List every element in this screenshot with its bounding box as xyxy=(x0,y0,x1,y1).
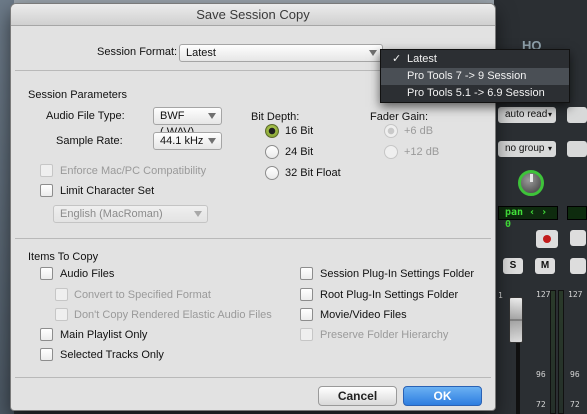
audio-file-type-label: Audio File Type: xyxy=(46,110,125,122)
root-plugin-folder-label: Root Plug-In Settings Folder xyxy=(320,289,459,301)
menu-item-label: Pro Tools 7 -> 9 Session xyxy=(407,70,527,82)
pan-value: 0 xyxy=(505,219,512,230)
pan-arrow-left-icon: ‹ xyxy=(529,207,542,218)
meter-scale-top: 127 xyxy=(536,290,551,299)
solo-button[interactable]: S xyxy=(503,258,523,274)
pan-knob[interactable] xyxy=(518,170,544,196)
divider xyxy=(15,238,491,239)
fader-gain-6db-label: +6 dB xyxy=(404,125,434,137)
chevron-down-icon: ▾ xyxy=(547,110,552,119)
limit-charset-checkbox[interactable] xyxy=(40,184,53,197)
sample-rate-label: Sample Rate: xyxy=(56,135,123,147)
meter-scale-96: 96 xyxy=(536,370,546,379)
audio-files-label: Audio Files xyxy=(60,268,115,280)
convert-format-label: Convert to Specified Format xyxy=(74,289,211,301)
menu-item-label: Pro Tools 5.1 -> 6.9 Session xyxy=(407,87,545,99)
rec-button-right[interactable] xyxy=(570,230,586,246)
ok-button[interactable]: OK xyxy=(403,386,482,406)
charset-value: English (MacRoman) xyxy=(60,208,163,220)
audio-file-type-popup[interactable]: BWF (.WAV) xyxy=(153,107,222,138)
fader-gain-6db-radio[interactable] xyxy=(384,124,398,138)
bit-depth-32f-radio[interactable] xyxy=(265,166,279,180)
dont-copy-elastic-label: Don't Copy Rendered Elastic Audio Files xyxy=(74,309,272,321)
mute-button[interactable]: M xyxy=(535,258,555,274)
level-meter-2 xyxy=(558,290,564,414)
meter-scale-right-72: 72 xyxy=(570,400,580,409)
bit-depth-24-radio[interactable] xyxy=(265,145,279,159)
charset-popup[interactable]: English (MacRoman) xyxy=(53,205,208,223)
bit-depth-24-label: 24 Bit xyxy=(285,146,314,158)
menu-item-label: Latest xyxy=(407,53,437,65)
audio-files-checkbox[interactable] xyxy=(40,267,53,280)
enforce-compat-label: Enforce Mac/PC Compatibility xyxy=(60,165,207,177)
meter-scale-right-top: 127 xyxy=(568,290,583,299)
main-playlist-only-label: Main Playlist Only xyxy=(60,329,148,341)
items-to-copy-heading: Items To Copy xyxy=(28,251,99,263)
mute-button-right[interactable] xyxy=(570,258,586,274)
menu-item-pt7-9[interactable]: Pro Tools 7 -> 9 Session xyxy=(381,68,569,85)
selected-tracks-only-label: Selected Tracks Only xyxy=(60,349,164,361)
chevron-down-icon xyxy=(369,50,377,56)
automation-selector-right[interactable] xyxy=(567,107,587,123)
group-label: no group xyxy=(505,143,545,154)
session-plugin-folder-checkbox[interactable] xyxy=(300,267,313,280)
chevron-down-icon xyxy=(194,211,202,217)
chevron-down-icon xyxy=(208,113,216,119)
checkmark-icon: ✓ xyxy=(392,53,402,65)
convert-format-checkbox[interactable] xyxy=(55,288,68,301)
pan-label: pan xyxy=(505,207,524,218)
chevron-down-icon: ▾ xyxy=(547,144,552,153)
movie-video-files-label: Movie/Video Files xyxy=(320,309,407,321)
session-parameters-heading: Session Parameters xyxy=(28,89,128,101)
session-format-label: Session Format: xyxy=(97,46,178,58)
group-selector[interactable]: no group ▾ xyxy=(498,141,556,157)
fader-gain-12db-label: +12 dB xyxy=(404,146,440,158)
session-format-popup[interactable]: Latest xyxy=(179,44,383,62)
automation-mode-selector[interactable]: auto read ▾ xyxy=(498,107,556,123)
volume-fader[interactable] xyxy=(509,297,523,343)
meter-scale-label-left: 1 xyxy=(498,291,503,300)
session-plugin-folder-label: Session Plug-In Settings Folder xyxy=(320,268,475,280)
fader-gain-label: Fader Gain: xyxy=(370,111,429,123)
group-selector-right[interactable] xyxy=(567,141,587,157)
meter-scale-72: 72 xyxy=(536,400,546,409)
cancel-button[interactable]: Cancel xyxy=(318,386,397,406)
bit-depth-16-label: 16 Bit xyxy=(285,125,314,137)
pan-readout: pan ‹ › 0 xyxy=(498,206,558,230)
meter-scale-right-96: 96 xyxy=(570,370,580,379)
bit-depth-32f-label: 32 Bit Float xyxy=(285,167,341,179)
enforce-compat-checkbox[interactable] xyxy=(40,164,53,177)
pan-readout-right xyxy=(567,206,587,220)
dont-copy-elastic-checkbox[interactable] xyxy=(55,308,68,321)
session-format-menu: ✓ Latest Pro Tools 7 -> 9 Session Pro To… xyxy=(380,49,570,103)
menu-item-latest[interactable]: ✓ Latest xyxy=(381,51,569,68)
pan-arrow-right-icon: › xyxy=(541,207,548,218)
automation-mode-label: auto read xyxy=(505,109,548,120)
root-plugin-folder-checkbox[interactable] xyxy=(300,288,313,301)
bit-depth-label: Bit Depth: xyxy=(251,111,300,123)
movie-video-files-checkbox[interactable] xyxy=(300,308,313,321)
record-arm-button[interactable] xyxy=(536,230,558,248)
limit-charset-label: Limit Character Set xyxy=(60,185,155,197)
sample-rate-value: 44.1 kHz xyxy=(160,135,204,147)
session-format-value: Latest xyxy=(186,47,216,59)
menu-item-pt5-6[interactable]: Pro Tools 5.1 -> 6.9 Session xyxy=(381,85,569,102)
sample-rate-popup[interactable]: 44.1 kHz xyxy=(153,132,222,150)
preserve-hierarchy-label: Preserve Folder Hierarchy xyxy=(320,329,449,341)
divider xyxy=(15,377,491,378)
preserve-hierarchy-checkbox[interactable] xyxy=(300,328,313,341)
chevron-down-icon xyxy=(208,138,216,144)
dialog-title: Save Session Copy xyxy=(11,4,495,26)
main-playlist-only-checkbox[interactable] xyxy=(40,328,53,341)
selected-tracks-only-checkbox[interactable] xyxy=(40,348,53,361)
fader-gain-12db-radio[interactable] xyxy=(384,145,398,159)
level-meter xyxy=(550,290,556,414)
bit-depth-16-radio[interactable] xyxy=(265,124,279,138)
